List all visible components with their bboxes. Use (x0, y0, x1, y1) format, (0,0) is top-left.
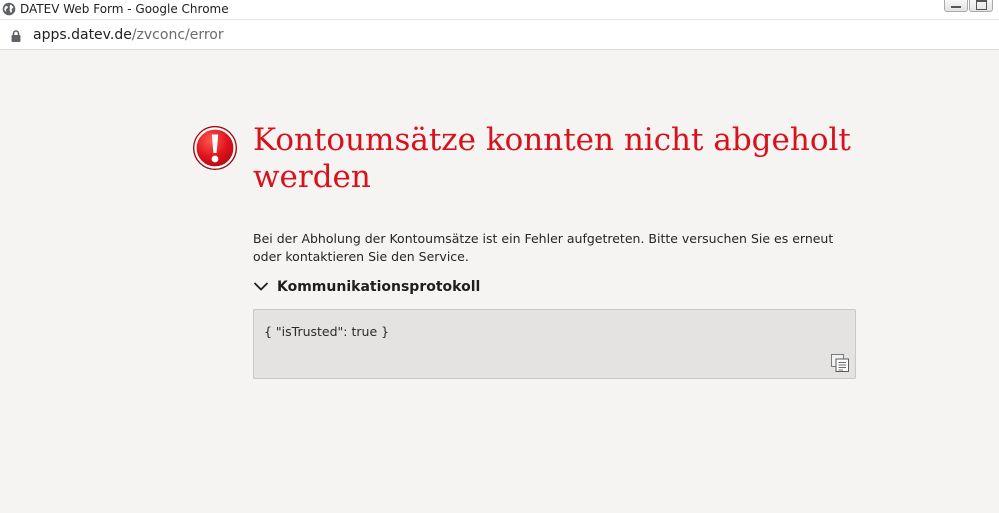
url-host: apps.datev.de (33, 27, 132, 43)
copy-icon[interactable] (830, 353, 850, 373)
protocol-content-box: { "isTrusted": true } (253, 309, 856, 379)
address-bar[interactable]: apps.datev.de/zvconc/error (0, 20, 999, 50)
exclamation-icon (193, 126, 237, 170)
chevron-down-icon (253, 282, 269, 291)
protocol-label: Kommunikationsprotokoll (277, 279, 481, 295)
url-path: /zvconc/error (131, 27, 224, 43)
url-text[interactable]: apps.datev.de/zvconc/error (33, 26, 224, 44)
window-titlebar: DATEV Web Form - Google Chrome (0, 0, 999, 20)
protocol-content: { "isTrusted": true } (264, 324, 390, 339)
globe-icon (2, 2, 16, 16)
error-title: Kontoumsätze konnten nicht abgeholt werd… (253, 122, 851, 195)
minimize-icon[interactable] (944, 0, 968, 12)
maximize-icon[interactable] (969, 0, 993, 12)
lock-icon (11, 30, 21, 42)
error-description: Bei der Abholung der Kontoumsätze ist ei… (253, 231, 834, 264)
window-title: DATEV Web Form - Google Chrome (20, 2, 229, 16)
